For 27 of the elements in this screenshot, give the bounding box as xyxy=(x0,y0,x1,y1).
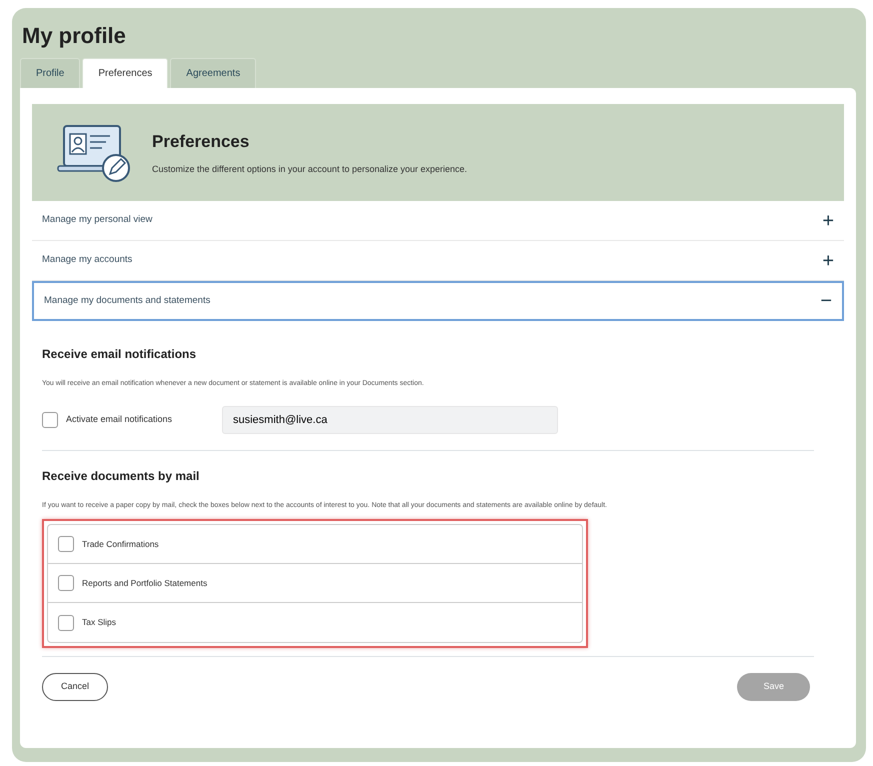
expand-icon: + xyxy=(822,210,834,230)
section-heading: Receive documents by mail xyxy=(42,468,200,484)
email-field[interactable]: susiesmith@live.ca xyxy=(222,406,558,434)
cancel-button[interactable]: Cancel xyxy=(42,673,108,700)
accordion-header[interactable]: Manage my personal view + xyxy=(32,201,844,241)
checkbox[interactable] xyxy=(58,614,74,630)
checkbox-label: Reports and Portfolio Statements xyxy=(82,576,208,590)
checkbox-label: Tax Slips xyxy=(82,616,116,629)
tab[interactable]: Agreements xyxy=(170,58,256,88)
checkbox-label: Activate email notifications xyxy=(66,412,172,426)
page-title: My profile xyxy=(22,22,127,50)
banner-subtitle: Customize the different options in your account to personalize your experience. xyxy=(152,162,468,176)
collapse-icon: − xyxy=(820,291,832,311)
expand-icon: + xyxy=(822,250,834,270)
tab[interactable]: Preferences xyxy=(82,58,168,88)
accordion-header[interactable]: Manage my accounts + xyxy=(32,241,844,281)
accordion-label: Manage my personal view xyxy=(42,213,152,228)
accordion-label: Manage my accounts xyxy=(42,253,132,268)
accordion-label: Manage my documents and statements xyxy=(44,294,210,308)
section-heading: Receive email notifications xyxy=(42,346,198,363)
checkbox[interactable] xyxy=(58,536,74,552)
accordion-header[interactable]: Manage my documents and statements − xyxy=(32,281,844,321)
checkbox[interactable] xyxy=(42,412,58,428)
tab[interactable]: Profile xyxy=(20,58,80,88)
banner-title: Preferences xyxy=(152,131,250,153)
checkbox[interactable] xyxy=(58,575,74,591)
checkbox-label: Trade Confirmations xyxy=(82,538,159,550)
